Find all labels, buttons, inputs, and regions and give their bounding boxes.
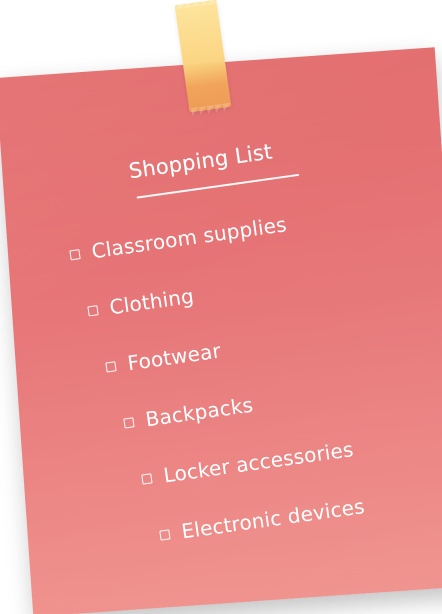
checkbox[interactable] (69, 249, 81, 261)
list-item-footwear: Footwear (104, 339, 222, 379)
checkbox[interactable] (123, 417, 135, 429)
checkbox[interactable] (87, 305, 99, 317)
list-item-label: Clothing (108, 283, 196, 320)
list-item-label: Electronic devices (179, 494, 367, 544)
checkbox[interactable] (159, 529, 171, 541)
checkbox[interactable] (141, 473, 153, 485)
list-item-electronic-devices: Electronic devices (158, 494, 366, 547)
note-content: Shopping List Classroom supplies Clothin… (0, 0, 442, 614)
list-item-label: Backpacks (143, 392, 255, 432)
list-item-backpacks: Backpacks (122, 392, 255, 435)
checkbox[interactable] (105, 361, 117, 373)
list-item-locker-accessories: Locker accessories (140, 437, 355, 490)
list-item-classroom-supplies: Classroom supplies (68, 212, 288, 266)
list-item-label: Footwear (126, 338, 223, 376)
note-title: Shopping List (127, 139, 274, 184)
list-item-label: Classroom supplies (90, 212, 289, 264)
list-item-label: Locker accessories (161, 437, 355, 488)
shopping-list: Classroom supplies Clothing Footwear Bac… (68, 198, 385, 544)
list-item-clothing: Clothing (86, 284, 195, 323)
